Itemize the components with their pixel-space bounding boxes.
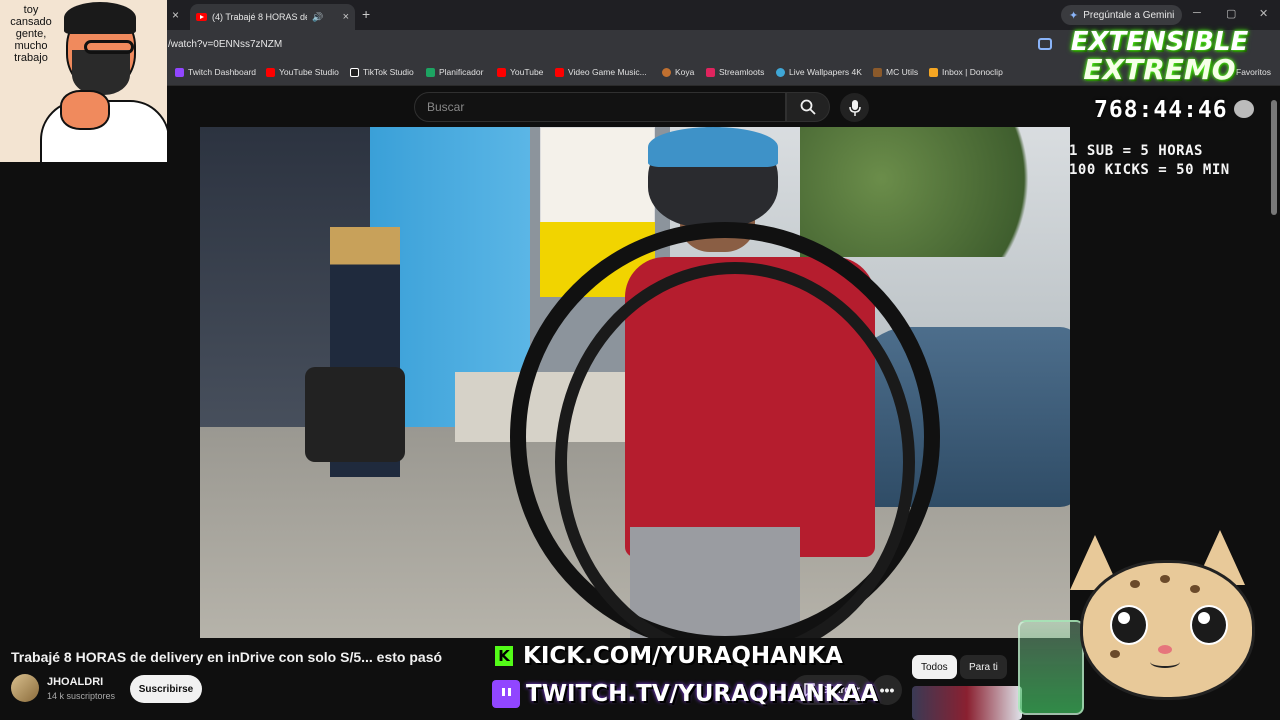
- maximize-icon[interactable]: ▢: [1226, 7, 1236, 20]
- cat-mouth: [1150, 656, 1180, 668]
- bookmark-video-game-music[interactable]: Video Game Music...: [555, 67, 647, 77]
- koya-icon: [662, 67, 671, 77]
- avatar-glasses: [84, 40, 134, 54]
- cat-spot: [1110, 650, 1120, 658]
- close-icon[interactable]: ×: [172, 8, 179, 22]
- video-player[interactable]: [200, 127, 1070, 638]
- twitch-icon: [492, 680, 520, 708]
- bookmark-label: Twitch Dashboard: [188, 67, 257, 77]
- browser-tab-bar: × (4) Trabajé 8 HORAS de delivery en inD…: [0, 0, 1280, 30]
- twitch-icon: [175, 67, 184, 77]
- bookmark-label: YouTube: [510, 67, 544, 77]
- bookmark-koya[interactable]: Koya: [662, 67, 694, 77]
- cat-nose: [1158, 645, 1172, 654]
- gemini-spark-icon: ✦: [1069, 9, 1079, 22]
- tab-title: (4) Trabajé 8 HORAS de delivery en inDri…: [212, 12, 307, 22]
- tiktok-icon: [350, 67, 359, 77]
- url-field[interactable]: /watch?v=0ENNss7zNZM: [168, 39, 282, 50]
- voice-search-button[interactable]: [840, 93, 869, 122]
- cat-spot: [1130, 580, 1140, 588]
- globe-icon: [776, 67, 785, 77]
- bookmark-label: Live Wallpapers 4K: [789, 67, 862, 77]
- bookmark-live-wallpapers[interactable]: Live Wallpapers 4K: [776, 67, 862, 77]
- bookmark-label: Planificador: [439, 67, 484, 77]
- video-scene-tree: [800, 127, 1070, 257]
- twitch-url: TWITCH.TV/YURAQHANKAA: [526, 681, 879, 707]
- speaker-icon[interactable]: 🔊: [312, 12, 323, 23]
- kick-icon: K: [495, 646, 513, 666]
- channel-name[interactable]: JHOALDRI: [47, 676, 103, 688]
- cat-spot: [1190, 585, 1200, 593]
- channel-avatar[interactable]: [11, 674, 39, 702]
- cat-spot: [1160, 575, 1170, 583]
- chip-all[interactable]: Todos: [912, 655, 957, 679]
- cat-eye-left: [1110, 605, 1148, 645]
- video-scene-tire-inner: [555, 262, 915, 638]
- gemini-button[interactable]: ✦ Pregúntale a Gemini: [1061, 5, 1183, 25]
- event-title-line1: EXTENSIBLE: [1070, 27, 1249, 57]
- search-button[interactable]: [786, 92, 830, 122]
- bookmark-streamloots[interactable]: Streamloots: [706, 67, 764, 77]
- bookmark-label: Inbox | Donoclip: [942, 67, 1003, 77]
- bookmark-donoclip[interactable]: Inbox | Donoclip: [929, 67, 1003, 77]
- video-title: Trabajé 8 HORAS de delivery en inDrive c…: [11, 649, 443, 665]
- bookmark-label: Video Game Music...: [568, 67, 647, 77]
- bookmark-planificador[interactable]: Planificador: [426, 67, 483, 77]
- chip-for-you[interactable]: Para ti: [960, 655, 1007, 679]
- youtube-favicon-icon: [196, 13, 207, 21]
- channel-subscriber-count: 14 k suscriptores: [47, 691, 116, 701]
- streamloots-icon: [706, 67, 715, 77]
- avatar-beard: [72, 50, 130, 95]
- cat-eye-right: [1190, 605, 1228, 645]
- event-title-logo: EXTENSIBLE EXTREMO: [1062, 28, 1257, 98]
- event-title-line2: EXTREMO: [1083, 53, 1236, 86]
- bookmark-label: Koya: [675, 67, 695, 77]
- video-scene-helmet-top: [648, 127, 778, 167]
- browser-tab-active[interactable]: (4) Trabajé 8 HORAS de delivery en inDri…: [190, 4, 355, 30]
- subscribe-button[interactable]: Suscribirse: [130, 675, 202, 703]
- bookmark-tiktok-studio[interactable]: TikTok Studio: [350, 67, 414, 77]
- youtube-icon: [497, 67, 506, 77]
- search-input[interactable]: Buscar: [414, 92, 786, 122]
- avatar-hair: [64, 2, 136, 34]
- youtube-icon: [555, 67, 564, 77]
- kick-link-overlay: K KICK.COM/YURAQHANKA: [495, 643, 843, 669]
- bookmark-mc-utils[interactable]: MC Utils: [873, 67, 918, 77]
- minimize-icon[interactable]: ─: [1193, 7, 1201, 19]
- video-scene-trolley: [305, 367, 405, 462]
- donoclip-icon: [929, 67, 938, 77]
- streamer-avatar-overlay: toy cansado gente, mucho trabajo: [0, 0, 167, 162]
- bookmark-label: MC Utils: [886, 67, 919, 77]
- gemini-label: Pregúntale a Gemini: [1083, 9, 1175, 21]
- microphone-icon: [848, 99, 861, 116]
- recommended-video-thumbnail[interactable]: [912, 686, 1022, 720]
- close-tab-icon[interactable]: ×: [343, 11, 349, 23]
- bookmark-label: YouTube Studio: [279, 67, 339, 77]
- avatar-caption: toy cansado gente, mucho trabajo: [10, 4, 52, 64]
- new-tab-button[interactable]: +: [362, 6, 370, 22]
- window-close-icon[interactable]: ✕: [1259, 7, 1268, 20]
- search-icon: [800, 99, 816, 115]
- page-scrollbar[interactable]: [1271, 100, 1277, 215]
- bookmark-twitch-dashboard[interactable]: Twitch Dashboard: [175, 67, 256, 77]
- bookmark-youtube-studio[interactable]: YouTube Studio: [266, 67, 339, 77]
- twitch-link-overlay: TWITCH.TV/YURAQHANKAA: [492, 680, 878, 708]
- bookmark-label: Streamloots: [719, 67, 765, 77]
- subathon-timer: 768:44:46: [1094, 97, 1228, 123]
- bookmark-label: TikTok Studio: [363, 67, 414, 77]
- youtube-icon: [266, 67, 275, 77]
- cat-mascot-overlay: [1050, 530, 1280, 720]
- account-avatar-icon[interactable]: [1234, 100, 1254, 118]
- bookmark-youtube[interactable]: YouTube: [497, 67, 543, 77]
- rule-kicks: 100 KICKS = 50 MIN: [1069, 162, 1230, 178]
- cast-icon[interactable]: [1038, 38, 1052, 50]
- mc-utils-icon: [873, 67, 882, 77]
- avatar-hand: [60, 90, 110, 130]
- calendar-icon: [426, 67, 435, 77]
- kick-url: KICK.COM/YURAQHANKA: [523, 643, 843, 669]
- screen: × (4) Trabajé 8 HORAS de delivery en inD…: [0, 0, 1280, 720]
- rule-sub: 1 SUB = 5 HORAS: [1069, 143, 1203, 159]
